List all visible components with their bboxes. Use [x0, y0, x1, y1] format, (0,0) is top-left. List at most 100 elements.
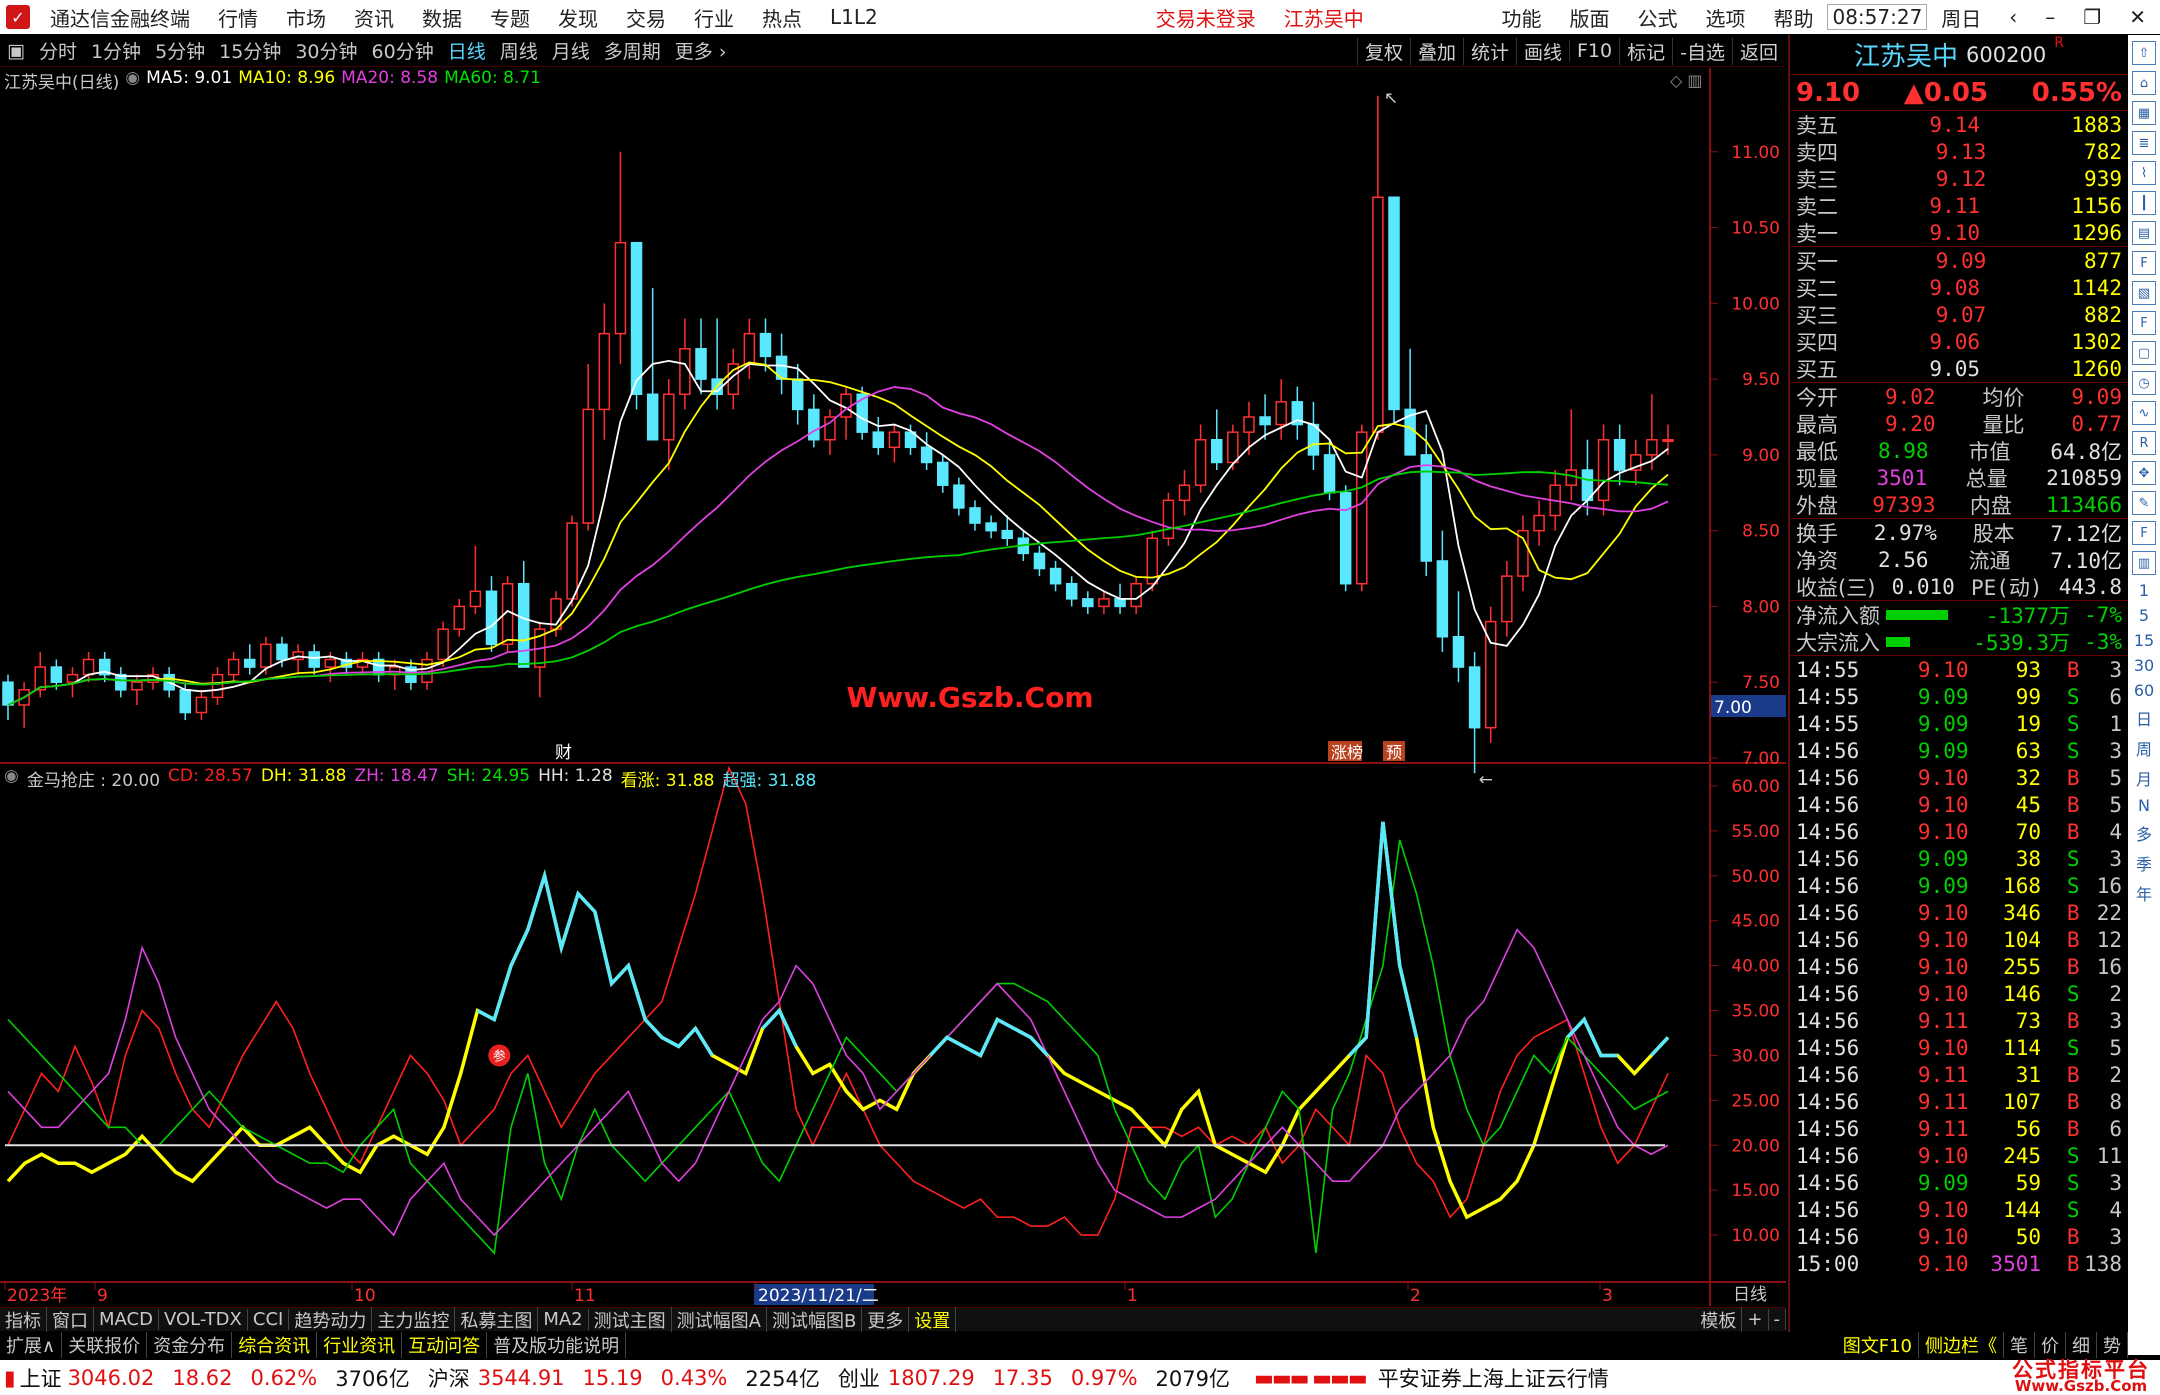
panel-toggle-icon[interactable]: ▣: [0, 40, 32, 62]
tool-tongji-button[interactable]: 统计: [1462, 37, 1516, 65]
minimize-icon[interactable]: –: [2031, 5, 2069, 29]
sidebar-15min[interactable]: 15: [2134, 631, 2154, 650]
menu-item-zixun[interactable]: 资讯: [340, 3, 408, 32]
tab-hudong[interactable]: 互动问答: [402, 1332, 488, 1358]
candle[interactable]: [856, 386, 868, 440]
candle[interactable]: [1533, 500, 1545, 546]
tab-kuozhan[interactable]: 扩展∧: [0, 1332, 63, 1358]
tool-fuquan-button[interactable]: 复权: [1356, 37, 1410, 65]
tool-zixuan-button[interactable]: -自选: [1672, 37, 1732, 65]
tab-qushi[interactable]: 趋势动力: [289, 1306, 373, 1333]
candle[interactable]: [1356, 424, 1368, 592]
candle[interactable]: [1452, 591, 1465, 683]
sidebar-table-icon[interactable]: ▤: [2132, 221, 2156, 245]
sidebar-box-icon[interactable]: ▢: [2132, 341, 2156, 365]
candle[interactable]: [1388, 196, 1400, 425]
candle[interactable]: [711, 318, 723, 410]
event-mark-yu[interactable]: 预: [1386, 743, 1402, 762]
sidebar-5min[interactable]: 5: [2139, 606, 2149, 625]
sidebar-up-icon[interactable]: ⇧: [2132, 41, 2156, 65]
tab-zijin[interactable]: 资金分布: [147, 1332, 233, 1358]
sidebar-30min[interactable]: 30: [2134, 656, 2154, 675]
candle[interactable]: [888, 424, 901, 463]
period-tab-more[interactable]: 更多 ›: [668, 37, 734, 64]
period-tab-weekly[interactable]: 周线: [493, 37, 545, 64]
sidebar-year[interactable]: 年: [2136, 881, 2152, 905]
tab-bi[interactable]: 笔: [2004, 1332, 2035, 1358]
candle[interactable]: [1178, 470, 1191, 516]
restore-icon[interactable]: ❐: [2069, 5, 2115, 29]
candle[interactable]: [34, 651, 46, 698]
candle[interactable]: [1130, 576, 1142, 615]
close-icon[interactable]: ✕: [2115, 5, 2160, 29]
candle[interactable]: [630, 241, 643, 410]
period-tab-15min[interactable]: 15分钟: [212, 37, 288, 64]
candle[interactable]: [227, 651, 240, 683]
menu-item-gongneng[interactable]: 功能: [1487, 3, 1555, 32]
tab-test-main[interactable]: 测试主图: [589, 1306, 672, 1333]
candle[interactable]: [953, 477, 965, 516]
candle[interactable]: [1484, 606, 1497, 743]
candle[interactable]: [534, 621, 546, 698]
tab-zonghe[interactable]: 综合资讯: [232, 1332, 318, 1358]
sidebar-day[interactable]: 日: [2136, 706, 2152, 730]
candle[interactable]: [485, 576, 498, 652]
sidebar-season[interactable]: 季: [2136, 851, 2152, 875]
period-tab-daily[interactable]: 日线: [441, 37, 493, 64]
menu-item-banmian[interactable]: 版面: [1555, 3, 1623, 32]
candle[interactable]: [614, 151, 627, 364]
candle[interactable]: [937, 454, 949, 493]
kline-chart[interactable]: 11.0010.5010.009.509.008.508.007.507.00 …: [0, 68, 1786, 1307]
candle[interactable]: [469, 545, 482, 615]
sidebar-kline-icon[interactable]: ┃: [2132, 191, 2156, 215]
tab-test-b[interactable]: 测试幅图B: [767, 1306, 863, 1333]
candle[interactable]: [840, 386, 852, 440]
candle[interactable]: [1436, 530, 1449, 652]
candle[interactable]: [211, 667, 224, 705]
back-arrow-icon[interactable]: ‹: [1995, 5, 2031, 29]
sidebar-1min[interactable]: 1: [2139, 581, 2149, 600]
index-sh-name[interactable]: 上证: [20, 1363, 62, 1393]
candle[interactable]: [1517, 515, 1529, 592]
candle[interactable]: [598, 303, 611, 440]
sidebar-rsi-icon[interactable]: R: [2132, 431, 2156, 455]
sidebar-f2-icon[interactable]: F: [2132, 311, 2156, 335]
tick-list[interactable]: 14:55 9.10 93 B 3 14:55 9.09 99 S 6 14:55 9.09 19 S 1 1…: [1790, 656, 2128, 1277]
tab-sidebar[interactable]: 侧边栏《: [1919, 1332, 2004, 1358]
candle[interactable]: [1323, 439, 1336, 501]
sidebar-clock-icon[interactable]: ◷: [2132, 371, 2156, 395]
period-tab-5min[interactable]: 5分钟: [148, 37, 212, 64]
sidebar-60min[interactable]: 60: [2134, 681, 2154, 700]
tab-shi[interactable]: 势: [2097, 1332, 2128, 1358]
sidebar-list-icon[interactable]: ≣: [2132, 131, 2156, 155]
candle[interactable]: [195, 689, 208, 721]
candle[interactable]: [292, 644, 304, 675]
template-button[interactable]: 模板: [1695, 1306, 1743, 1333]
candle[interactable]: [824, 409, 836, 455]
period-tab-fenshi[interactable]: 分时: [32, 37, 84, 64]
candle[interactable]: [743, 318, 756, 380]
candle[interactable]: [1501, 560, 1513, 637]
menu-item-l1l2[interactable]: L1L2: [816, 5, 892, 29]
tab-cci[interactable]: CCI: [248, 1309, 290, 1330]
tab-simu[interactable]: 私募主图: [455, 1306, 539, 1333]
candle[interactable]: [1597, 424, 1610, 516]
sidebar-pen-icon[interactable]: ✎: [2132, 491, 2156, 515]
sidebar-grid-icon[interactable]: ▦: [2132, 101, 2156, 125]
candle[interactable]: [453, 598, 466, 637]
candle[interactable]: [115, 667, 127, 698]
tool-diejia-button[interactable]: 叠加: [1409, 37, 1463, 65]
candle[interactable]: [1468, 651, 1481, 774]
menu-item-hangye[interactable]: 行业: [680, 3, 748, 32]
menu-item-jiaoyi[interactable]: 交易: [612, 3, 680, 32]
candle[interactable]: [1275, 379, 1287, 440]
sidebar-calc-icon[interactable]: ▥: [2132, 551, 2156, 575]
candle[interactable]: [18, 682, 30, 728]
candle[interactable]: [920, 432, 933, 471]
tab-settings[interactable]: 设置: [909, 1306, 957, 1333]
legend-settings-icon[interactable]: ◉: [125, 68, 140, 93]
tab-macd[interactable]: MACD: [94, 1309, 159, 1330]
tab-chuangkou[interactable]: 窗口: [47, 1306, 94, 1333]
candle[interactable]: [1372, 95, 1384, 440]
candle[interactable]: [1565, 409, 1578, 501]
